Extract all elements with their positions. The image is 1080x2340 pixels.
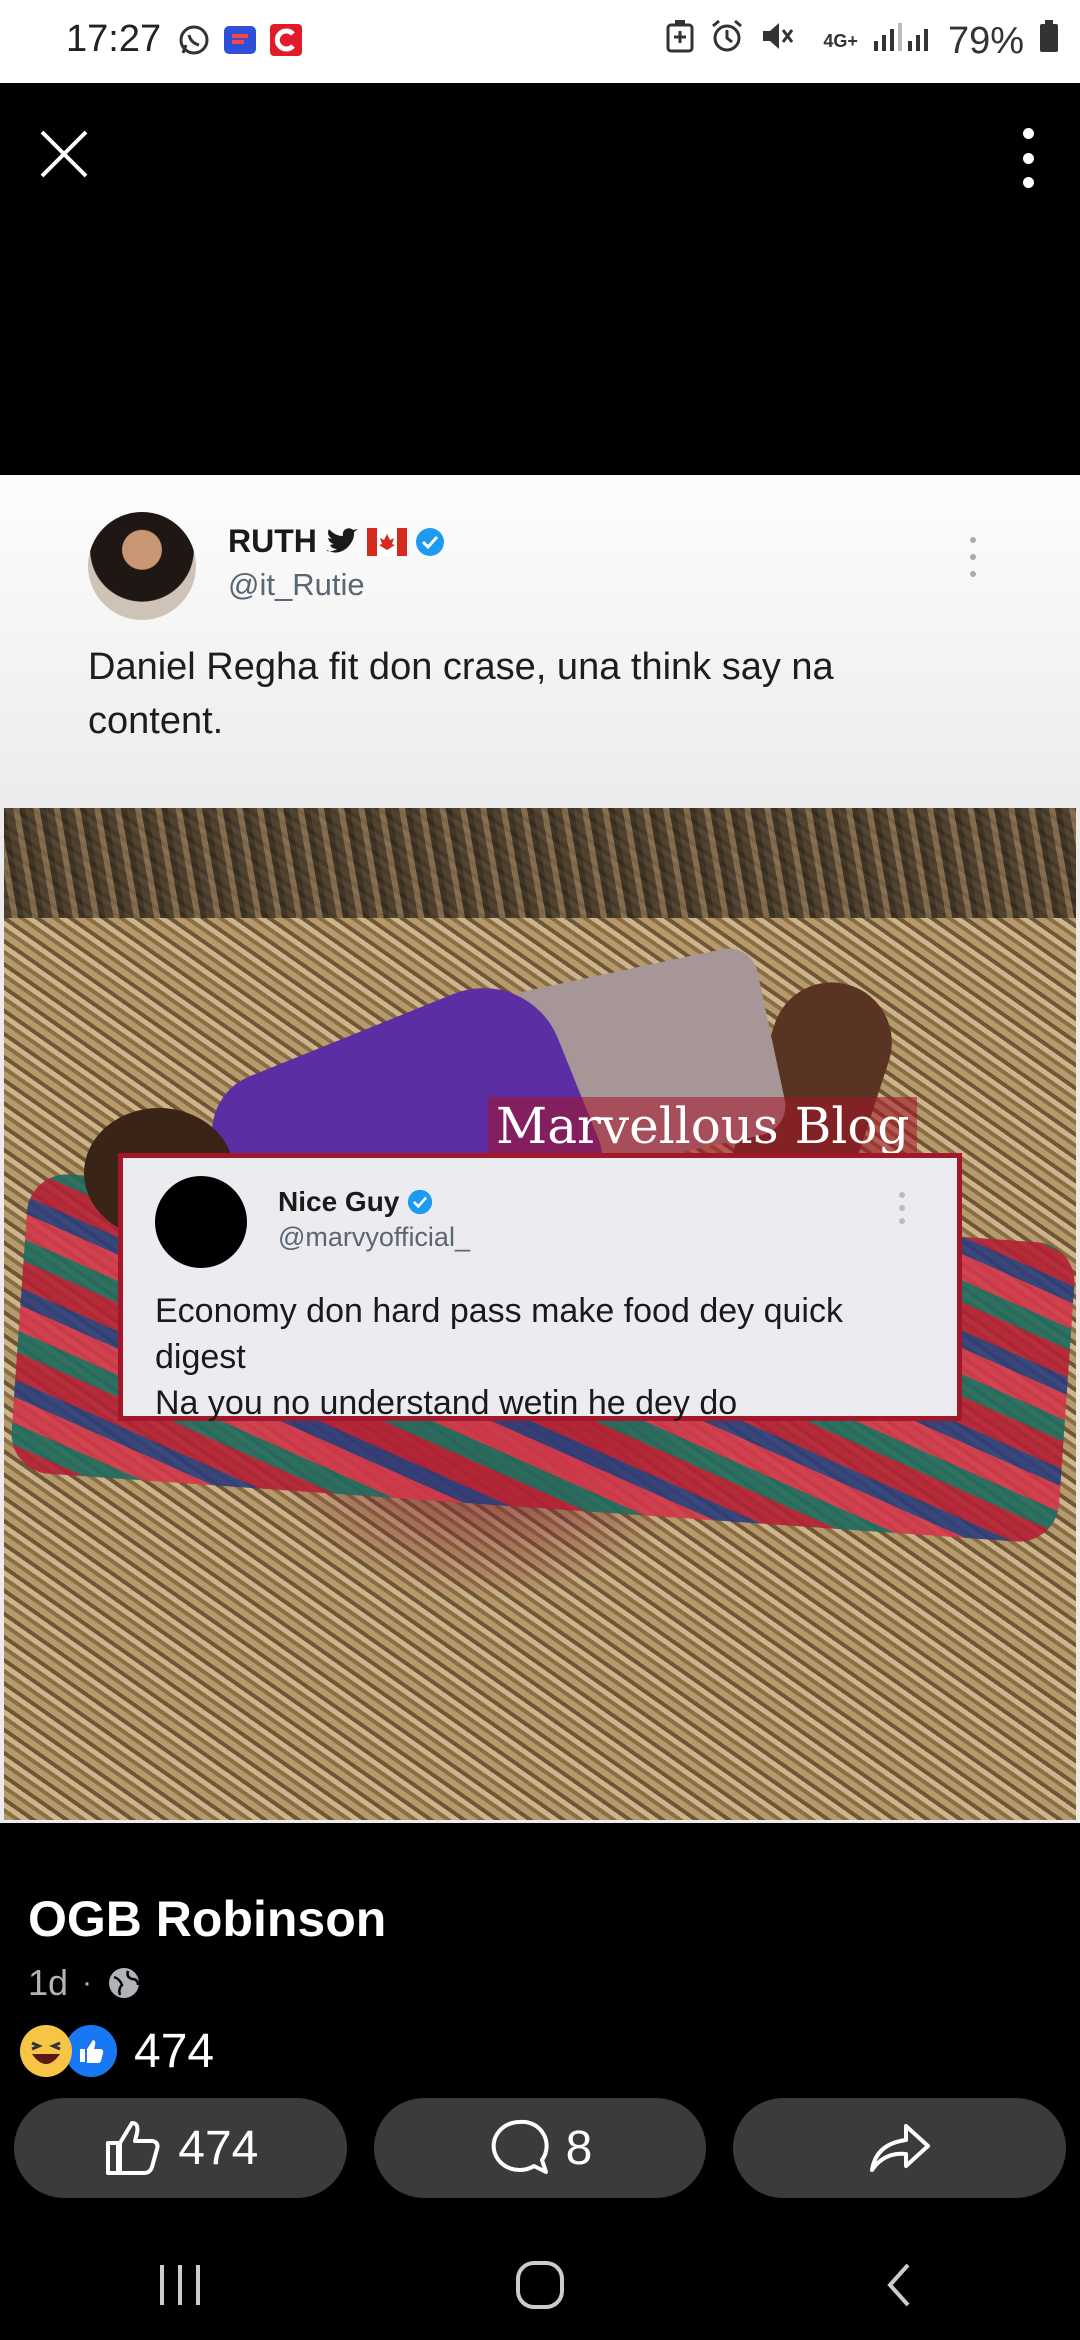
post-meta: 1d ·: [28, 1962, 142, 2004]
battery-percent: 79%: [947, 19, 1024, 62]
whatsapp-icon: [176, 22, 212, 58]
watermark: Marvellous Blog: [488, 1097, 918, 1155]
post-image[interactable]: RUTH @it_Rutie Daniel Regha fit don cras…: [0, 475, 1080, 1823]
battery-saver-icon: [665, 19, 695, 63]
comment-icon: [491, 2119, 549, 2174]
back-icon: [887, 2263, 910, 2307]
quoted-text-line: Economy don hard pass make food dey quic…: [155, 1292, 843, 1376]
verified-icon: [408, 1189, 433, 1215]
quoted-author-handle: @marvyofficial_: [278, 1222, 470, 1252]
reaction-count: 474: [134, 2024, 215, 2078]
notification-icons: [176, 22, 304, 58]
tweet-author-name: RUTH: [228, 523, 317, 559]
battery-icon: [1038, 19, 1060, 63]
home-button[interactable]: [510, 2255, 570, 2315]
quoted-tweet-card: Nice Guy @marvyofficial_ Economy don har…: [118, 1153, 962, 1422]
share-button[interactable]: [733, 2098, 1067, 2198]
status-bar: 17:27 4G+ 79%: [0, 0, 1080, 83]
reactions-summary[interactable]: 474: [20, 2022, 214, 2080]
haha-icon: [20, 2025, 72, 2077]
like-icon: [106, 2121, 160, 2175]
quoted-name-row: Nice Guy: [278, 1186, 433, 1218]
post-author[interactable]: OGB Robinson: [28, 1890, 386, 1948]
tweet-name-row: RUTH: [228, 523, 445, 560]
avatar: [155, 1176, 247, 1268]
quoted-text: Economy don hard pass make food dey quic…: [155, 1288, 935, 1426]
more-icon: [1022, 128, 1034, 139]
close-icon: [40, 130, 88, 178]
verified-icon: [415, 527, 444, 556]
quoted-text-line: Na you no understand wetin he dey do: [155, 1384, 738, 1422]
viewer-top-bar: [0, 83, 1080, 475]
alarm-icon: [709, 18, 745, 64]
share-icon: [869, 2124, 930, 2172]
comment-count: 8: [565, 2121, 593, 2175]
system-nav-bar: [0, 2230, 1080, 2340]
twitter-icon: [326, 527, 358, 553]
home-icon: [516, 2261, 564, 2309]
globe-icon: [109, 1968, 140, 1998]
status-time: 17:27: [66, 18, 162, 60]
network-type: 4G+: [823, 30, 858, 51]
comment-button[interactable]: 8: [373, 2098, 707, 2198]
post-time[interactable]: 1d: [28, 1962, 68, 2004]
tweet-screenshot: RUTH @it_Rutie Daniel Regha fit don cras…: [0, 475, 1080, 805]
back-button[interactable]: [870, 2255, 930, 2315]
messenger-icon: [222, 22, 258, 58]
canada-flag-icon: [366, 527, 407, 556]
post-actions: 474 8: [14, 2098, 1067, 2198]
quoted-author-name: Nice Guy: [278, 1186, 400, 1217]
c-app-icon: [268, 22, 304, 58]
signal-icon: [872, 19, 934, 63]
recents-button[interactable]: [150, 2255, 210, 2315]
tweet-more-icon: [970, 537, 978, 577]
tweet-author-handle: @it_Rutie: [228, 567, 365, 602]
like-button[interactable]: 474: [14, 2098, 347, 2198]
mute-icon: [759, 18, 795, 64]
more-options-button[interactable]: [1016, 128, 1040, 188]
quoted-more-icon: [899, 1192, 905, 1224]
close-button[interactable]: [38, 128, 90, 180]
status-right: 4G+ 79%: [665, 18, 1060, 64]
avatar: [88, 512, 196, 620]
recents-icon: [160, 2265, 200, 2305]
like-count: 474: [178, 2121, 259, 2175]
tweet-text: Daniel Regha fit don crase, una think sa…: [88, 646, 834, 742]
